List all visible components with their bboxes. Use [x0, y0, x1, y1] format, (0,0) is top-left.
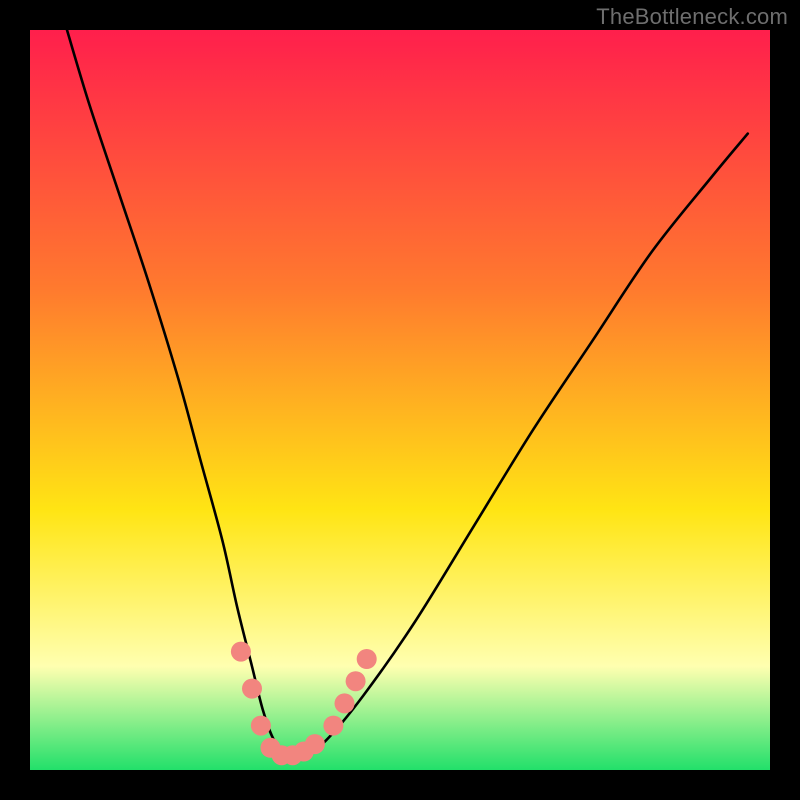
marker-dot: [242, 679, 262, 699]
marker-dot: [323, 716, 343, 736]
bottleneck-chart: [0, 0, 800, 800]
marker-dot: [251, 716, 271, 736]
watermark-text: TheBottleneck.com: [596, 4, 788, 30]
marker-dot: [357, 649, 377, 669]
marker-dot: [346, 671, 366, 691]
marker-dot: [305, 734, 325, 754]
chart-container: TheBottleneck.com: [0, 0, 800, 800]
marker-dot: [335, 693, 355, 713]
plot-background: [30, 30, 770, 770]
marker-dot: [231, 642, 251, 662]
